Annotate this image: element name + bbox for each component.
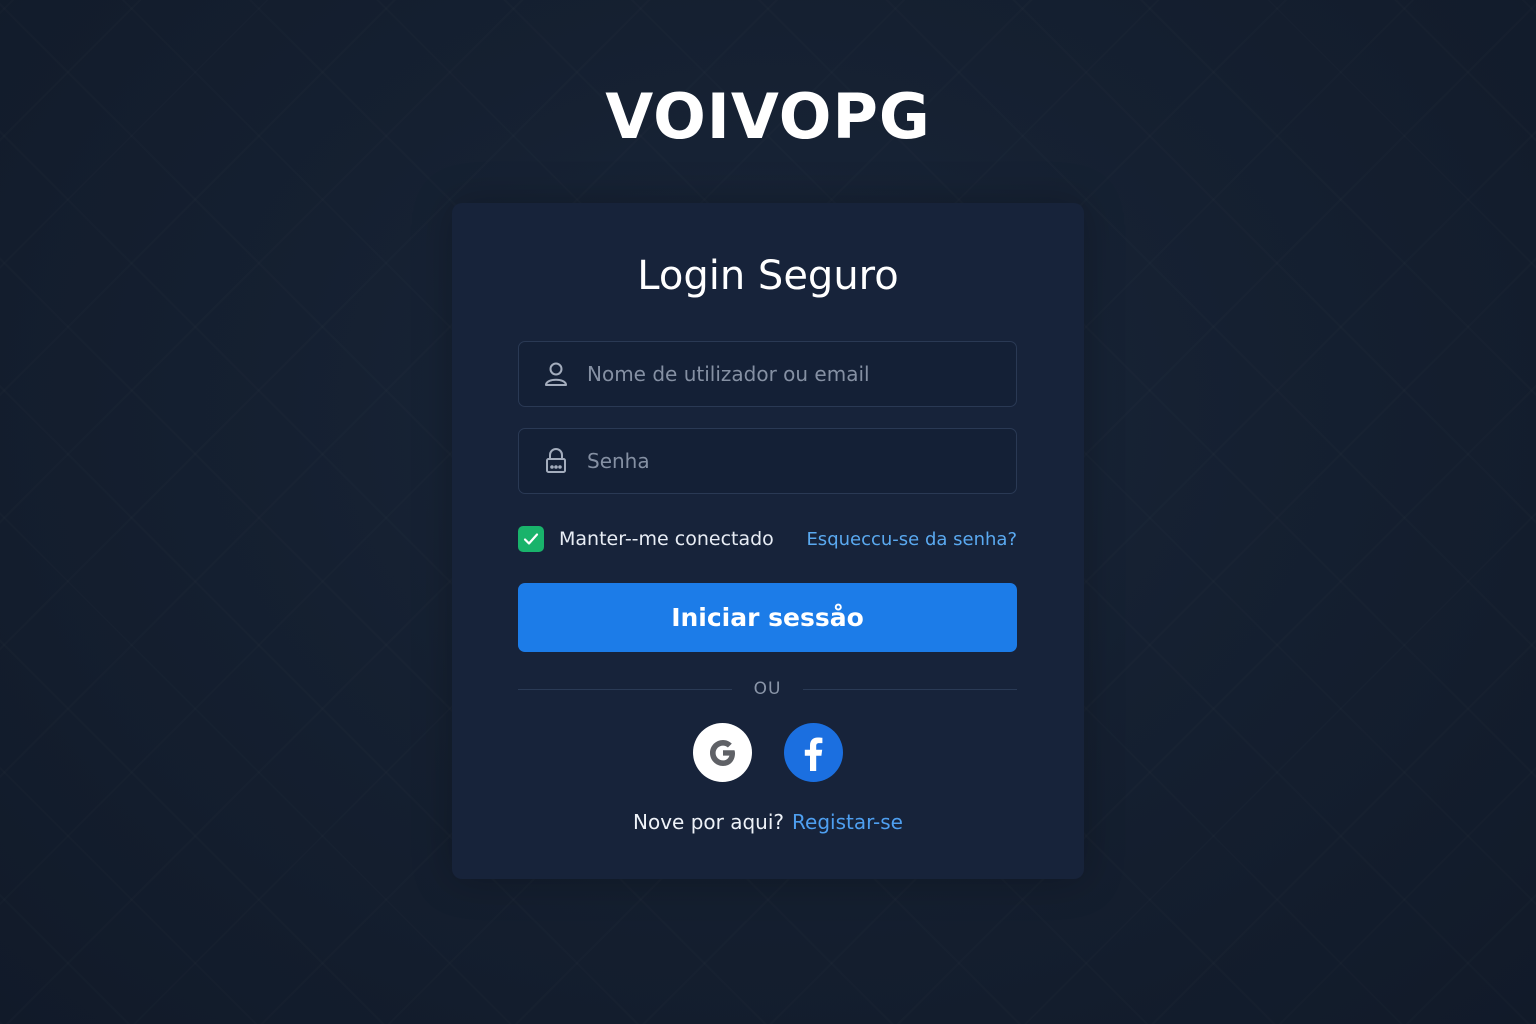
checkmark-icon [523,533,539,545]
divider-line-left [518,688,732,690]
brand-logo: VOIVOPG [605,80,931,153]
social-login [452,723,1084,782]
username-field [518,341,1017,407]
remember-row: Manter--me conectado Esqueccu-se da senh… [518,525,1017,553]
user-icon [543,361,569,387]
forgot-password-link[interactable]: Esqueccu-se da senha? [806,529,1017,550]
or-divider: OU [518,677,1018,701]
signup-prompt: Nove por aqui? [633,810,785,834]
signup-link[interactable]: Registar-se [792,810,903,834]
facebook-login-button[interactable] [784,723,843,782]
password-input[interactable] [587,429,1016,493]
password-field [518,428,1017,494]
facebook-icon [804,737,822,771]
remember-checkbox[interactable] [518,526,544,552]
google-icon [709,739,735,766]
divider-text: OU [753,679,782,699]
remember-me[interactable]: Manter--me conectado [518,526,774,552]
divider-line-right [803,688,1018,690]
signup-row: Nove por aqui? Registar-se [452,810,1084,834]
login-title: Login Seguro [637,253,899,299]
login-button[interactable]: Iniciar sessåo [518,583,1017,652]
google-login-button[interactable] [693,723,752,782]
lock-icon [543,448,569,474]
login-card: Login Seguro Nome de utilizador ou email… [452,203,1084,879]
username-input[interactable] [587,342,1016,406]
remember-label: Manter--me conectado [559,528,774,550]
